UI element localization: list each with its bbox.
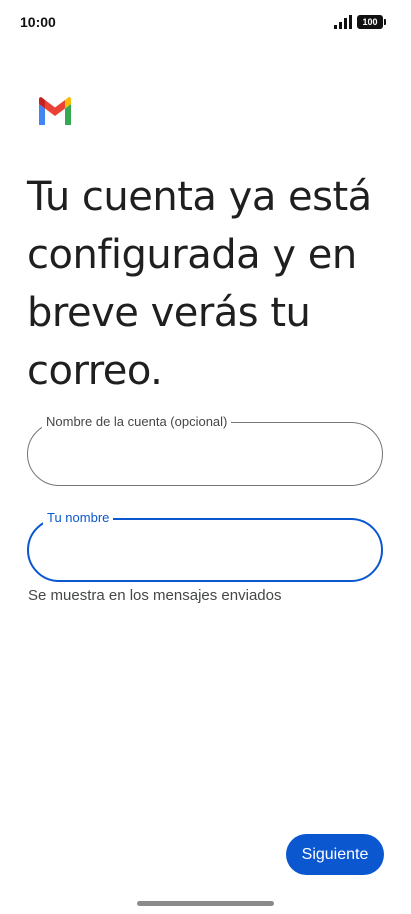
home-indicator[interactable]: [137, 901, 274, 906]
next-button[interactable]: Siguiente: [286, 834, 384, 875]
account-name-field[interactable]: Nombre de la cuenta (opcional): [27, 414, 383, 486]
gmail-logo-icon: [39, 97, 71, 125]
status-bar: 10:00 100: [0, 0, 411, 46]
signal-icon: [334, 15, 352, 29]
status-time: 10:00: [20, 14, 56, 30]
page-title: Tu cuenta ya está configurada y en breve…: [27, 174, 372, 394]
your-name-helper-text: Se muestra en los mensajes enviados: [28, 587, 282, 604]
account-name-label: Nombre de la cuenta (opcional): [42, 414, 232, 430]
account-name-input[interactable]: [46, 441, 350, 469]
your-name-field[interactable]: Tu nombre: [27, 510, 383, 582]
your-name-label: Tu nombre: [43, 510, 114, 526]
your-name-input[interactable]: [47, 538, 351, 566]
status-icons: 100: [334, 15, 386, 29]
battery-icon: 100: [357, 15, 386, 29]
